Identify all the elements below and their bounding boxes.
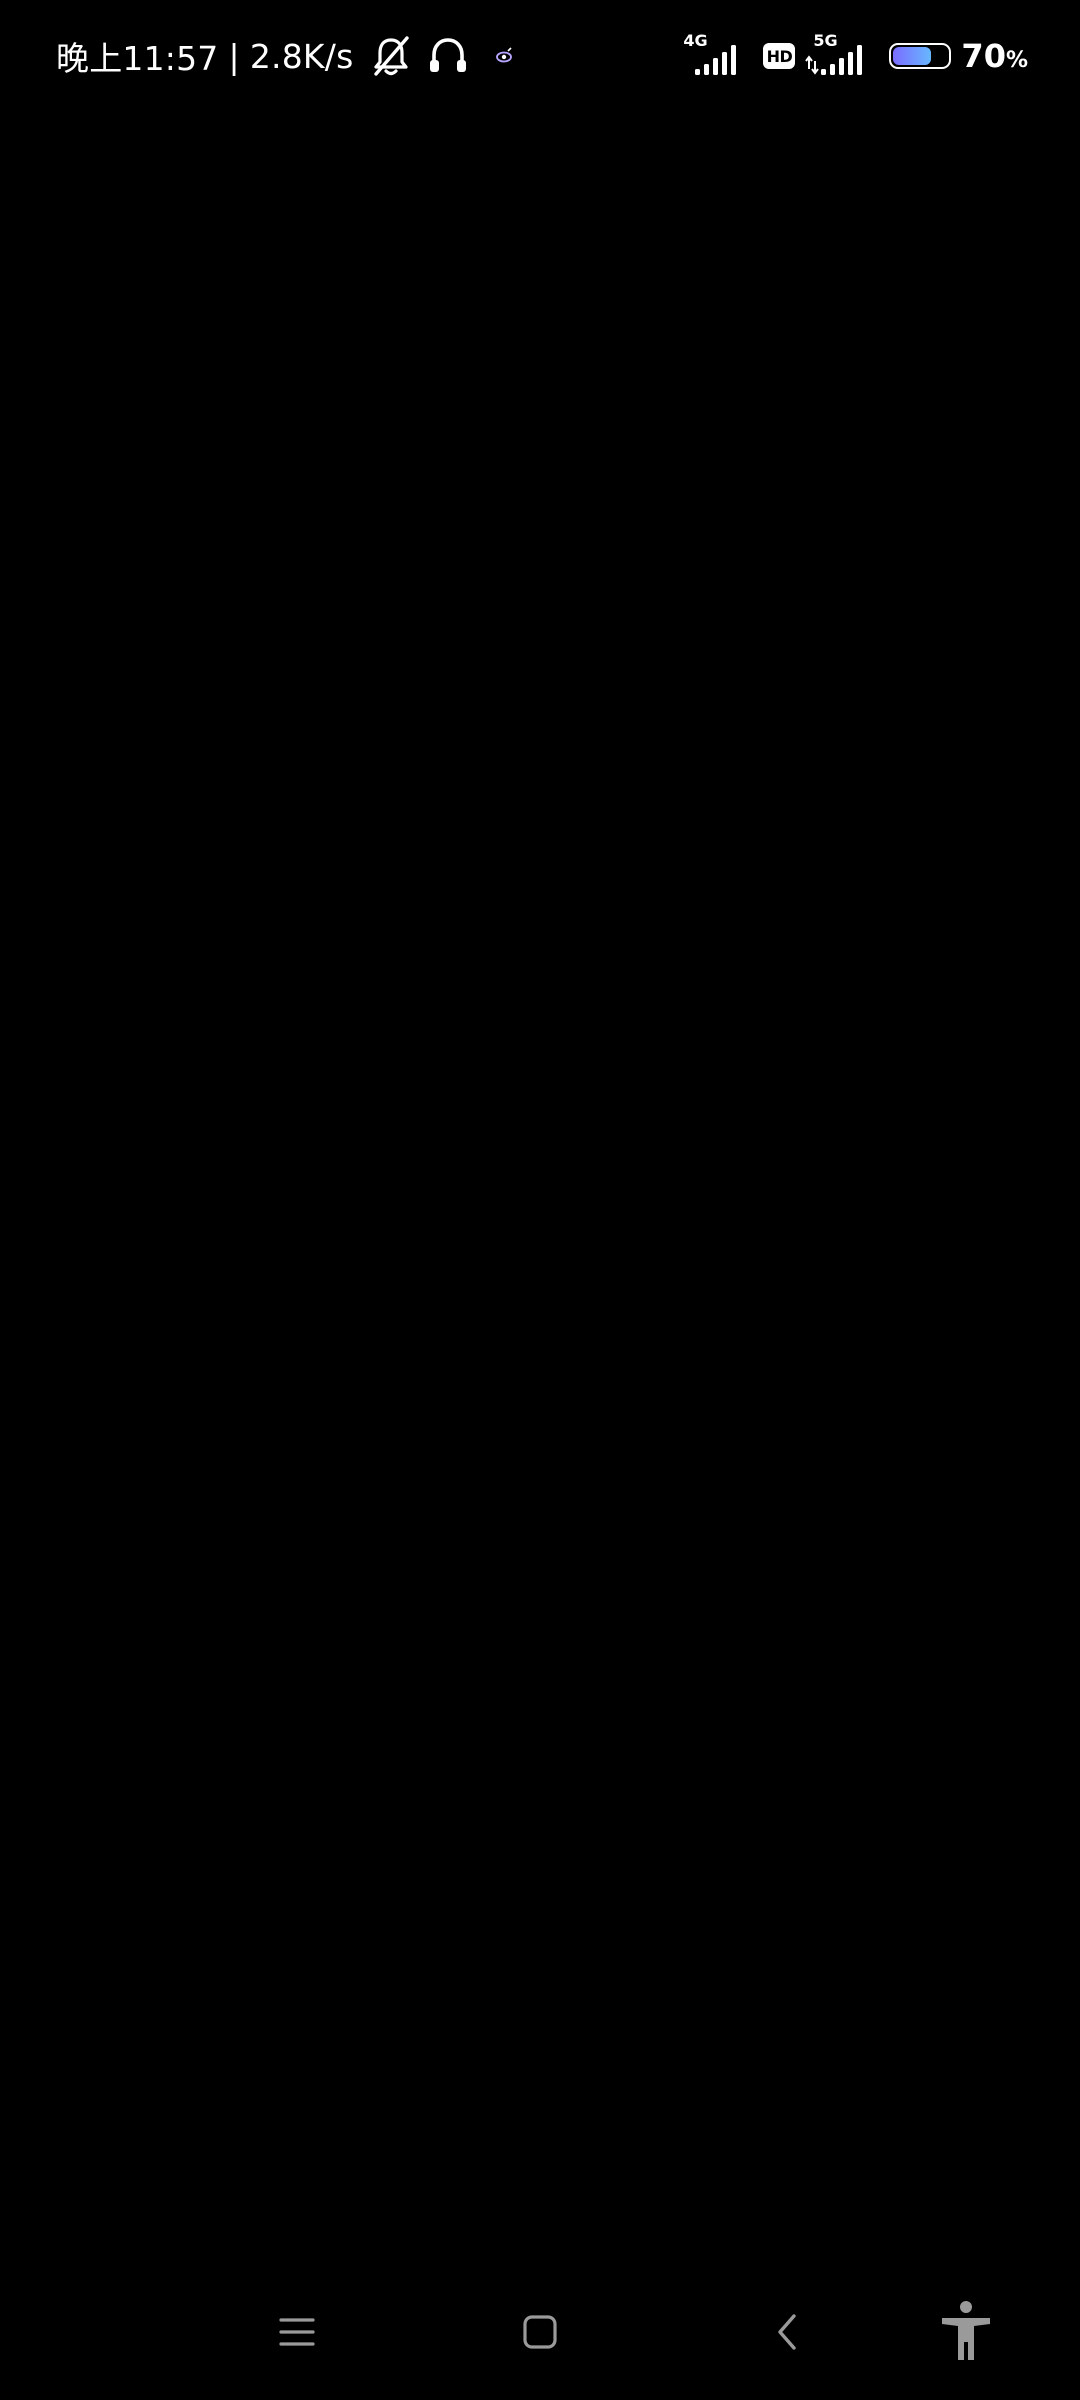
home-icon — [523, 2315, 557, 2349]
battery-fill — [893, 47, 932, 65]
headset-icon — [427, 35, 469, 77]
home-button[interactable] — [500, 2292, 580, 2372]
battery-percentage-number: 70 — [961, 37, 1006, 75]
status-bar: 晚上11:57 | 2.8K/s 4G HD 5G 70% — [0, 0, 1080, 110]
status-left-group: 晚上11:57 | 2.8K/s — [56, 28, 515, 84]
network-speed: 2.8K/s — [249, 36, 354, 76]
battery-percentage: 70% — [961, 37, 1028, 75]
blank-content-area — [0, 110, 1080, 2280]
accessibility-icon — [942, 2301, 990, 2360]
signal-bars-with-data-icon — [805, 45, 863, 75]
bell-off-icon — [371, 34, 411, 78]
accessibility-button[interactable] — [926, 2292, 1006, 2372]
eye-icon — [493, 45, 515, 67]
status-time: 晚上11:57 — [56, 39, 219, 78]
sim2-signal: 5G — [805, 31, 875, 81]
status-right-group: 4G HD 5G 70% — [683, 28, 1028, 84]
back-icon — [778, 2314, 796, 2350]
status-separator: | — [228, 36, 240, 76]
battery-icon — [889, 43, 952, 69]
sim1-signal: 4G — [683, 31, 753, 81]
signal-bars-icon — [695, 45, 737, 75]
hd-volte-badge: HD — [763, 43, 796, 69]
battery-percentage-unit: % — [1005, 48, 1028, 73]
recents-button[interactable] — [257, 2292, 337, 2372]
back-button[interactable] — [747, 2292, 827, 2372]
navigation-bar — [0, 2280, 1080, 2400]
recents-icon — [279, 2318, 315, 2346]
